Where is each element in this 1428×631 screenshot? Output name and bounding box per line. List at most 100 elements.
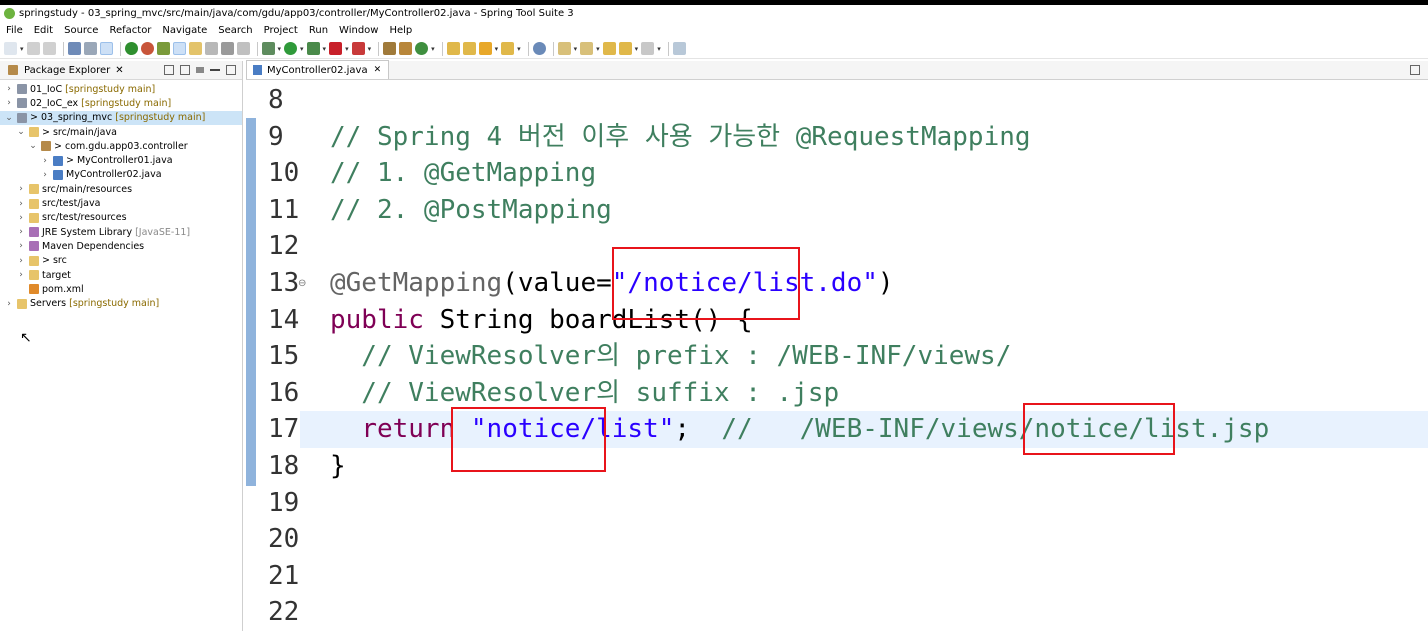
link-with-editor-icon[interactable] <box>180 65 190 75</box>
save-all-icon[interactable] <box>42 42 56 55</box>
chevron-down-icon[interactable]: ▾ <box>323 45 327 53</box>
expand-chevron-icon[interactable]: ⌄ <box>4 113 14 123</box>
word-wrap-icon[interactable] <box>204 42 218 55</box>
chevron-down-icon[interactable]: ▾ <box>345 45 349 53</box>
code-line[interactable]: // Spring 4 버전 이후 사용 가능한 @RequestMapping <box>300 119 1428 156</box>
expand-chevron-icon[interactable]: › <box>4 299 14 309</box>
console-icon[interactable] <box>83 42 97 55</box>
spring-boot-icon[interactable] <box>124 42 138 55</box>
new-package-icon[interactable] <box>399 42 413 55</box>
expand-chevron-icon[interactable]: › <box>16 241 26 251</box>
chevron-down-icon[interactable]: ▾ <box>574 45 578 53</box>
menu-run[interactable]: Run <box>309 25 328 36</box>
tree-item[interactable]: › src/test/java <box>0 196 242 210</box>
tree-item[interactable]: › MyController02.java <box>0 168 242 182</box>
block-selection-icon[interactable] <box>188 42 202 55</box>
menu-file[interactable]: File <box>6 25 23 36</box>
menu-source[interactable]: Source <box>64 25 98 36</box>
open-task-icon[interactable] <box>462 42 476 55</box>
chevron-down-icon[interactable]: ▾ <box>517 45 521 53</box>
expand-chevron-icon[interactable]: › <box>40 156 50 166</box>
chevron-down-icon[interactable]: ▾ <box>635 45 639 53</box>
open-perspective-icon[interactable] <box>672 42 686 55</box>
new-class-icon[interactable] <box>415 42 429 55</box>
new-icon[interactable] <box>4 42 17 55</box>
package-explorer-tab[interactable]: Package Explorer ✕ <box>0 61 242 80</box>
editor-tab-mycontroller02[interactable]: MyController02.java ✕ <box>246 60 390 79</box>
chevron-down-icon[interactable]: ▾ <box>431 45 435 53</box>
code-line[interactable]: public String boardList() { <box>300 302 1428 339</box>
collapse-all-icon[interactable] <box>164 65 174 75</box>
chevron-down-icon[interactable]: ▾ <box>20 45 24 53</box>
code-line[interactable] <box>300 82 1428 119</box>
new-java-project-icon[interactable] <box>383 42 397 55</box>
menu-edit[interactable]: Edit <box>34 25 53 36</box>
external-tools-icon[interactable] <box>351 42 365 55</box>
code-line[interactable]: // ViewResolver의 suffix : .jsp <box>300 375 1428 412</box>
menu-refactor[interactable]: Refactor <box>109 25 151 36</box>
tree-item[interactable]: › 02_IoC_ex [springstudy main] <box>0 96 242 110</box>
save-icon[interactable] <box>26 42 40 55</box>
forward-icon[interactable] <box>641 42 655 55</box>
code-line[interactable]: @GetMapping(value="/notice/list.do") <box>300 265 1428 302</box>
code-line[interactable] <box>300 521 1428 558</box>
chevron-down-icon[interactable]: ▾ <box>596 45 600 53</box>
next-annotation-icon[interactable] <box>557 42 571 55</box>
chevron-down-icon[interactable]: ▾ <box>368 45 372 53</box>
code-editor[interactable]: 8 9 10 11 12 13 ⊖ 14 15 16 17 18 19 20 21 22 // Spring … <box>246 82 1428 631</box>
expand-chevron-icon[interactable]: › <box>4 84 14 94</box>
terminal-icon[interactable] <box>67 42 81 55</box>
globe-icon[interactable] <box>532 42 546 55</box>
mark-occurrences-icon[interactable] <box>172 42 186 55</box>
tree-item[interactable]: › 01_IoC [springstudy main] <box>0 82 242 96</box>
expand-chevron-icon[interactable]: › <box>4 98 14 108</box>
close-icon[interactable]: ✕ <box>374 65 382 75</box>
minimize-icon[interactable] <box>210 69 220 71</box>
chevron-down-icon[interactable]: ▾ <box>278 45 282 53</box>
expand-chevron-icon[interactable]: › <box>16 227 26 237</box>
tree-item[interactable]: › Maven Dependencies <box>0 239 242 253</box>
expand-chevron-icon[interactable]: › <box>40 170 50 180</box>
tree-item[interactable]: ⌄ > com.gdu.app03.controller <box>0 139 242 153</box>
menu-search[interactable]: Search <box>218 25 252 36</box>
chevron-down-icon[interactable]: ▾ <box>300 45 304 53</box>
tree-item[interactable]: › JRE System Library [JavaSE-11] <box>0 225 242 239</box>
tree-item[interactable]: pom.xml <box>0 282 242 296</box>
menu-navigate[interactable]: Navigate <box>162 25 207 36</box>
coverage-icon[interactable] <box>306 42 320 55</box>
expand-chevron-icon[interactable]: ⌄ <box>28 141 38 151</box>
menu-window[interactable]: Window <box>339 25 378 36</box>
expand-chevron-icon[interactable]: › <box>16 184 26 194</box>
previous-annotation-icon[interactable] <box>580 42 594 55</box>
view-menu-icon[interactable] <box>196 67 204 73</box>
tree-item[interactable]: ⌄ > src/main/java <box>0 125 242 139</box>
code-line[interactable]: // ViewResolver의 prefix : /WEB-INF/views… <box>300 338 1428 375</box>
tree-item[interactable]: › > MyController01.java <box>0 153 242 167</box>
tree-item[interactable]: ⌄ > 03_spring_mvc [springstudy main] <box>0 110 242 125</box>
expand-chevron-icon[interactable]: › <box>16 256 26 266</box>
close-icon[interactable]: ✕ <box>115 65 123 76</box>
code-line[interactable] <box>300 594 1428 631</box>
last-edit-icon[interactable] <box>602 42 616 55</box>
expand-chevron-icon[interactable]: ⌄ <box>16 127 26 137</box>
code-line[interactable]: // 2. @PostMapping <box>300 192 1428 229</box>
back-icon[interactable] <box>618 42 632 55</box>
tree-item[interactable]: › > src <box>0 254 242 268</box>
expand-chevron-icon[interactable]: › <box>16 199 26 209</box>
tree-item[interactable]: › src/test/resources <box>0 211 242 225</box>
stop-icon[interactable] <box>329 42 343 55</box>
tree-item[interactable]: › target <box>0 268 242 282</box>
refresh-icon[interactable] <box>140 42 154 55</box>
debug-icon[interactable] <box>261 42 275 55</box>
expand-chevron-icon[interactable]: › <box>16 270 26 280</box>
skip-breakpoints-icon[interactable] <box>99 42 113 55</box>
tree-item[interactable]: › Servers [springstudy main] <box>0 296 242 310</box>
menu-project[interactable]: Project <box>264 25 298 36</box>
open-type-icon[interactable] <box>446 42 460 55</box>
run-icon[interactable] <box>284 42 298 55</box>
menu-help[interactable]: Help <box>389 25 412 36</box>
show-whitespace-icon[interactable] <box>220 42 234 55</box>
code-line[interactable]: // 1. @GetMapping <box>300 155 1428 192</box>
tree-item[interactable]: › src/main/resources <box>0 182 242 196</box>
code-line[interactable] <box>300 228 1428 265</box>
